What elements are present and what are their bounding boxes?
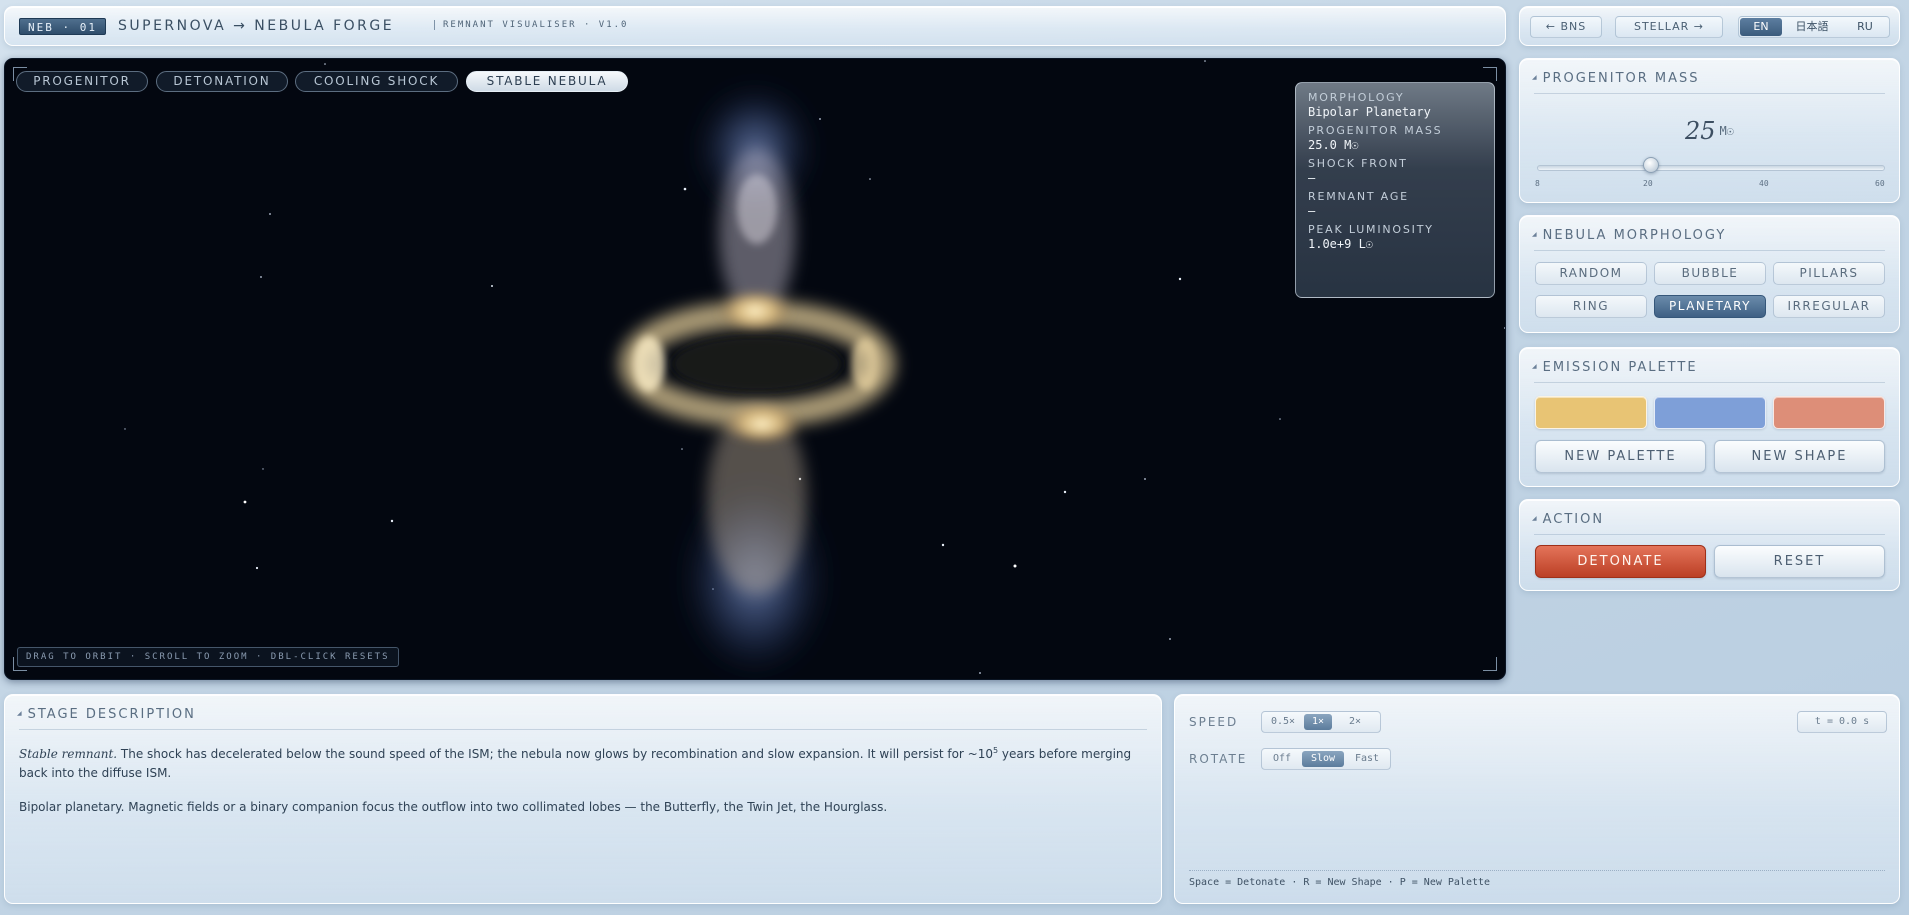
mass-value: 25 bbox=[1685, 117, 1716, 145]
nebula-canvas[interactable] bbox=[5, 59, 1506, 680]
panel-title: Stage Description bbox=[17, 707, 196, 722]
rotate-option-active[interactable]: Slow bbox=[1302, 751, 1344, 767]
morph-irregular-button[interactable]: IRREGULAR bbox=[1773, 295, 1885, 318]
rotate-option[interactable]: Off bbox=[1265, 751, 1299, 767]
panel-title: Emission Palette bbox=[1532, 360, 1698, 375]
progenitor-mass-panel: Progenitor Mass 25M☉ 8 20 40 60 bbox=[1519, 58, 1900, 203]
emission-palette-panel: Emission Palette New Palette New Shape bbox=[1519, 347, 1900, 487]
palette-swatch-coral[interactable] bbox=[1773, 396, 1885, 429]
readout-label: Remnant Age bbox=[1308, 190, 1409, 203]
readout-peak-luminosity: 1.0e+9 L☉ bbox=[1308, 237, 1374, 251]
readout-label: Peak Luminosity bbox=[1308, 223, 1434, 236]
panel-title: Nebula Morphology bbox=[1532, 228, 1726, 243]
tab-cooling-shock[interactable]: COOLING SHOCK bbox=[295, 71, 458, 92]
app-title: SUPERNOVA → NEBULA FORGE bbox=[118, 18, 395, 34]
speed-option-active[interactable]: 1× bbox=[1304, 714, 1332, 730]
nebula-morphology-panel: Nebula Morphology RANDOM BUBBLE PILLARS … bbox=[1519, 215, 1900, 333]
readout-label: Shock Front bbox=[1308, 157, 1408, 170]
readout-morphology: Bipolar Planetary bbox=[1308, 105, 1431, 119]
mass-unit: M☉ bbox=[1719, 124, 1734, 138]
divider bbox=[1534, 250, 1885, 251]
viewport-corner-tr bbox=[1483, 67, 1497, 81]
divider bbox=[19, 729, 1147, 730]
morph-random-button[interactable]: RANDOM bbox=[1535, 262, 1647, 285]
rotate-selector: Off Slow Fast bbox=[1261, 748, 1391, 770]
readout-panel: Morphology Bipolar Planetary Progenitor … bbox=[1295, 82, 1495, 298]
rotate-option[interactable]: Fast bbox=[1348, 751, 1386, 767]
morph-pillars-button[interactable]: PILLARS bbox=[1773, 262, 1885, 285]
tab-detonation[interactable]: DETONATION bbox=[156, 71, 288, 92]
speed-option[interactable]: 0.5× bbox=[1265, 714, 1301, 730]
divider bbox=[1534, 382, 1885, 383]
description-paragraph-1: Stable remnant. The shock has decelerate… bbox=[19, 741, 1149, 783]
readout-remnant-age: — bbox=[1308, 204, 1316, 218]
new-shape-button[interactable]: New Shape bbox=[1714, 440, 1885, 473]
description-lead: Stable remnant. bbox=[19, 747, 118, 761]
stage-description-panel: Stage Description Stable remnant. The sh… bbox=[4, 694, 1162, 904]
header-bar: NEB · 01 SUPERNOVA → NEBULA FORGE REMNAN… bbox=[4, 6, 1506, 46]
tick-label: 60 bbox=[1875, 179, 1885, 188]
next-sim-button[interactable]: STELLAR → bbox=[1615, 16, 1723, 38]
readout-label: Progenitor Mass bbox=[1308, 124, 1443, 137]
palette-swatch-gold[interactable] bbox=[1535, 396, 1647, 429]
new-palette-button[interactable]: New Palette bbox=[1535, 440, 1706, 473]
top-nav: ← BNS STELLAR → EN 日本語 RU bbox=[1519, 6, 1900, 46]
viewport-corner-br bbox=[1483, 657, 1497, 671]
divider bbox=[1189, 870, 1885, 871]
keyboard-shortcuts: Space = Detonate · R = New Shape · P = N… bbox=[1189, 877, 1491, 888]
nebula-viewport[interactable]: PROGENITOR DETONATION COOLING SHOCK STAB… bbox=[4, 58, 1506, 680]
readout-mass: 25.0 M☉ bbox=[1308, 138, 1359, 152]
reset-button[interactable]: Reset bbox=[1714, 545, 1885, 578]
speed-label: SPEED bbox=[1189, 715, 1239, 729]
speed-selector: 0.5× 1× 2× bbox=[1261, 711, 1381, 733]
mass-readout: 25 M☉ bbox=[1520, 117, 1899, 145]
speed-option[interactable]: 2× bbox=[1340, 714, 1370, 730]
viewport-hint: DRAG TO ORBIT · SCROLL TO ZOOM · DBL-CLI… bbox=[17, 647, 399, 667]
morph-bubble-button[interactable]: BUBBLE bbox=[1654, 262, 1766, 285]
nebula bbox=[619, 89, 895, 674]
divider bbox=[1534, 534, 1885, 535]
description-text: The shock has decelerated below the soun… bbox=[117, 747, 993, 761]
morph-ring-button[interactable]: RING bbox=[1535, 295, 1647, 318]
prev-sim-button[interactable]: ← BNS bbox=[1530, 16, 1602, 38]
language-switcher: EN 日本語 RU bbox=[1738, 16, 1890, 38]
lang-ja-button[interactable]: 日本語 bbox=[1787, 18, 1837, 36]
time-readout: t = 0.0 s bbox=[1797, 711, 1887, 733]
playback-controls-panel: SPEED 0.5× 1× 2× ROTATE Off Slow Fast t … bbox=[1174, 694, 1900, 904]
panel-title: Action bbox=[1532, 512, 1604, 527]
tick-label: 40 bbox=[1759, 179, 1769, 188]
lang-ru-button[interactable]: RU bbox=[1843, 18, 1887, 36]
tick-label: 20 bbox=[1643, 179, 1653, 188]
tab-progenitor[interactable]: PROGENITOR bbox=[16, 71, 148, 92]
app-badge: NEB · 01 bbox=[19, 18, 106, 35]
divider bbox=[1534, 93, 1885, 94]
action-panel: Action Detonate Reset bbox=[1519, 499, 1900, 591]
readout-shock-front: — bbox=[1308, 171, 1316, 185]
panel-title: Progenitor Mass bbox=[1532, 71, 1700, 86]
app-subtitle: REMNANT VISUALISER · V1.0 bbox=[434, 20, 628, 30]
rotate-label: ROTATE bbox=[1189, 752, 1248, 766]
palette-swatch-blue[interactable] bbox=[1654, 396, 1766, 429]
mass-slider-track[interactable] bbox=[1537, 165, 1885, 171]
readout-label: Morphology bbox=[1308, 91, 1405, 104]
tick-label: 8 bbox=[1535, 179, 1540, 188]
lang-en-button[interactable]: EN bbox=[1740, 18, 1782, 36]
description-paragraph-2: Bipolar planetary. Magnetic fields or a … bbox=[19, 800, 888, 814]
morph-planetary-button[interactable]: PLANETARY bbox=[1654, 295, 1766, 318]
detonate-button[interactable]: Detonate bbox=[1535, 545, 1706, 578]
tab-stable-nebula[interactable]: STABLE NEBULA bbox=[466, 71, 628, 92]
